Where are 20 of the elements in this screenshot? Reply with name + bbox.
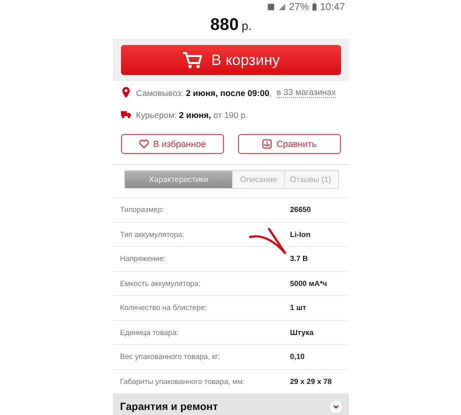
add-to-cart-button[interactable]: В корзину bbox=[121, 45, 341, 75]
compare-button[interactable]: Сравнить bbox=[238, 134, 341, 154]
notification-icon bbox=[266, 3, 275, 11]
price-amount: 880 bbox=[210, 15, 239, 35]
annotation-arrow bbox=[247, 227, 287, 257]
cart-icon bbox=[182, 51, 202, 69]
price-currency: р. bbox=[242, 19, 252, 33]
section-header[interactable]: Гарантия и ремонт bbox=[113, 394, 349, 415]
clock: 10:47 bbox=[320, 2, 345, 12]
delivery-text: Курьером: 2 июня, от 190 р. bbox=[136, 110, 248, 120]
heart-icon bbox=[139, 139, 150, 149]
stores-link[interactable]: в 33 магазинах bbox=[276, 87, 336, 98]
truck-icon bbox=[121, 109, 131, 120]
battery-icon bbox=[312, 3, 317, 11]
battery-percent: 27% bbox=[288, 2, 309, 12]
section-title: Гарантия и ремонт bbox=[120, 400, 218, 412]
signal-icon bbox=[278, 3, 286, 11]
location-pin-icon bbox=[121, 87, 131, 98]
delivery-text: Самовывоз: 2 июня, после 09:00, bbox=[136, 88, 272, 98]
favorite-button[interactable]: В избранное bbox=[121, 134, 224, 154]
